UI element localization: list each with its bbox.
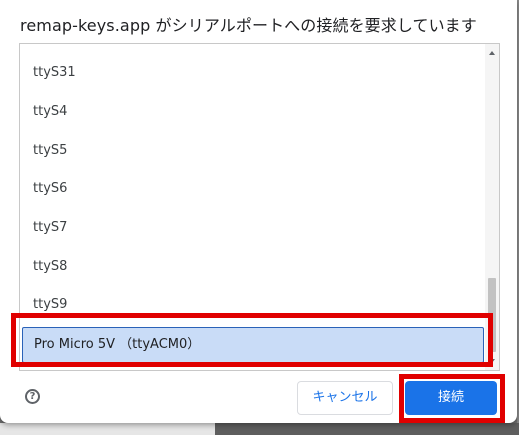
scroll-thumb[interactable] <box>488 278 496 352</box>
port-item-ttys4[interactable]: ttyS4 <box>20 93 485 131</box>
cancel-button[interactable]: キャンセル <box>297 381 393 415</box>
serial-port-chooser-dialog: remap-keys.app がシリアルポートへの接続を要求しています ttyS… <box>0 0 517 423</box>
port-item-ttys7[interactable]: ttyS7 <box>20 209 485 247</box>
port-item-ttys8[interactable]: ttyS8 <box>20 248 485 286</box>
background-page-area <box>0 423 215 435</box>
scroll-up-arrow-icon[interactable] <box>489 51 495 55</box>
connect-button[interactable]: 接続 <box>405 381 497 415</box>
scroll-down-arrow-icon[interactable] <box>489 359 495 363</box>
port-item-ttys31[interactable]: ttyS31 <box>20 54 485 92</box>
port-item-ttys9[interactable]: ttyS9 <box>20 286 485 324</box>
port-list[interactable]: ttyS31 ttyS4 ttyS5 ttyS6 ttyS7 ttyS8 tty… <box>19 43 500 371</box>
port-list-scrollbar[interactable] <box>485 44 499 370</box>
port-item-ttys5[interactable]: ttyS5 <box>20 132 485 170</box>
dialog-title: remap-keys.app がシリアルポートへの接続を要求しています <box>20 16 477 35</box>
background-page-area-dark <box>215 423 519 435</box>
help-icon[interactable]: ? <box>25 389 40 404</box>
port-item-pro-micro-selected[interactable]: Pro Micro 5V （ttyACM0） <box>22 327 484 363</box>
port-item-ttys6[interactable]: ttyS6 <box>20 170 485 208</box>
